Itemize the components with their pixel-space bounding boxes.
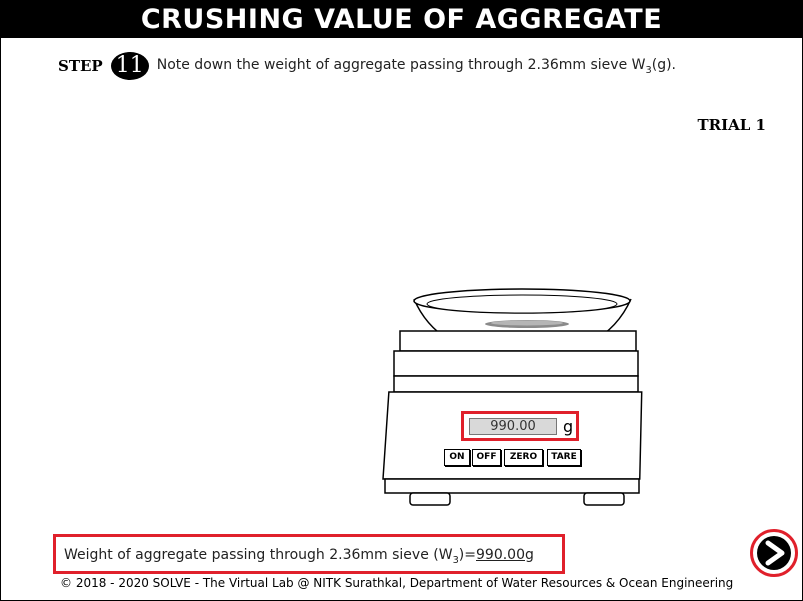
result-label: Weight of aggregate passing through 2.36… xyxy=(64,547,453,563)
trial-label: TRIAL 1 xyxy=(697,116,767,134)
scale-off-button[interactable]: OFF xyxy=(472,449,501,466)
scale-top-deck xyxy=(393,350,639,377)
scale-unit: g xyxy=(563,417,574,436)
step-text-main: Note down the weight of aggregate passin… xyxy=(156,56,646,73)
step-instruction: STEP 11 Note down the weight of aggregat… xyxy=(58,51,676,81)
scale-foot-right xyxy=(583,492,625,506)
page-title: CRUSHING VALUE OF AGGREGATE xyxy=(1,1,802,38)
next-button-disc xyxy=(757,536,791,570)
scale-zero-button[interactable]: ZERO xyxy=(504,449,543,466)
footer-copyright: © 2018 - 2020 SOLVE - The Virtual Lab @ … xyxy=(60,576,734,590)
lab-frame: CRUSHING VALUE OF AGGREGATE STEP 11 Note… xyxy=(0,0,803,601)
scale-reading: 990.00 xyxy=(469,418,557,435)
scale-tare-button[interactable]: TARE xyxy=(547,449,581,466)
scale-foot-left xyxy=(409,492,451,506)
scale-base xyxy=(384,478,640,494)
step-text-end: (g). xyxy=(651,56,676,73)
result-equals: )= xyxy=(458,547,476,563)
step-text: Note down the weight of aggregate passin… xyxy=(157,57,676,76)
result-unit: g xyxy=(525,547,534,563)
scale-on-button[interactable]: ON xyxy=(444,449,470,466)
scale-upper-band xyxy=(393,375,639,393)
weighing-scale xyxy=(382,288,643,506)
step-label: STEP xyxy=(58,57,103,75)
chevron-right-icon xyxy=(765,540,785,566)
scale-display: 990.00 g xyxy=(461,411,579,441)
result-box: Weight of aggregate passing through 2.36… xyxy=(53,534,565,574)
result-value: 990.00 xyxy=(476,547,525,563)
scale-platform xyxy=(399,330,637,352)
step-number-badge: 11 xyxy=(110,52,149,80)
next-button[interactable] xyxy=(750,529,798,577)
